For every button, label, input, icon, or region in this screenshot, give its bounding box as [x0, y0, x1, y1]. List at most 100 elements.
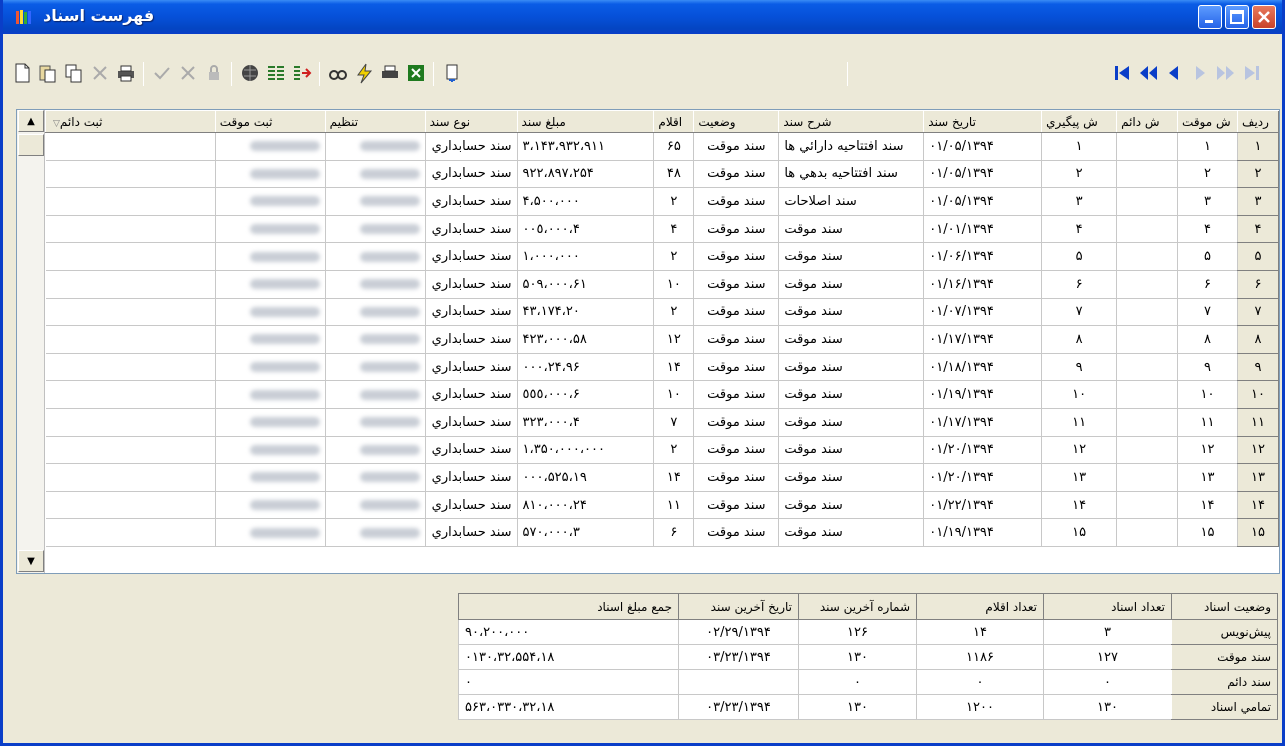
cell-perm-record[interactable] — [45, 270, 216, 299]
column-header[interactable]: شرح سند — [778, 110, 925, 133]
cell-redacted[interactable] — [325, 132, 426, 161]
cell-perm-record[interactable] — [45, 187, 216, 216]
cell-status[interactable]: سند موقت — [693, 270, 780, 299]
cell-perm-record[interactable] — [45, 132, 216, 161]
cell-amount[interactable]: ٣،۵٧٠،٠٠٠ — [517, 518, 655, 547]
cell-temp[interactable]: ٢ — [1177, 160, 1239, 189]
cell-items[interactable]: ۶ — [653, 518, 695, 547]
cell-date[interactable]: ١٣٩۴/٠١/٠٧ — [923, 298, 1043, 327]
delete-icon[interactable] — [89, 62, 111, 86]
cell-redacted[interactable] — [325, 463, 426, 492]
cell-status[interactable]: سند موقت — [693, 132, 780, 161]
cell-desc[interactable]: سند موقت — [778, 436, 925, 465]
cell-date[interactable]: ١٣٩۴/٠١/١۶ — [923, 270, 1043, 299]
column-header[interactable]: مبلغ سند — [516, 110, 655, 133]
cell-track[interactable]: ۴ — [1041, 215, 1118, 244]
cell-row[interactable]: ٧ — [1237, 298, 1279, 327]
cell-redacted[interactable] — [215, 242, 326, 271]
cell-items[interactable]: ۴ — [653, 215, 695, 244]
cell-perm[interactable] — [1116, 353, 1179, 382]
cell-desc[interactable]: سند موقت — [778, 518, 925, 547]
cell-perm-record[interactable] — [45, 298, 216, 327]
cell-perm[interactable] — [1116, 436, 1179, 465]
cell-desc[interactable]: سند موقت — [778, 353, 925, 382]
cell-items[interactable]: ٧ — [653, 408, 695, 437]
cell-items[interactable]: ٢ — [653, 187, 695, 216]
cell-amount[interactable]: ١،٣۵٠،٠٠٠،٠٠٠ — [517, 436, 655, 465]
cell-track[interactable]: ٩ — [1041, 353, 1118, 382]
cell-perm[interactable] — [1116, 187, 1179, 216]
cell-row[interactable]: ١٠ — [1237, 380, 1279, 409]
cell-desc[interactable]: سند موقت — [778, 380, 925, 409]
cell-amount[interactable]: ۶١،۵٠٩،٠٠٠ — [517, 270, 655, 299]
cell-row[interactable]: ١ — [1237, 132, 1279, 161]
minimize-button[interactable] — [1198, 5, 1222, 29]
table-row[interactable]: ۴ ۴ ۴ ١٣٩۴/٠١/٠١ سند موقت سند موقت ۴ ۴،٠٠٥،٠٠٠ س… — [45, 215, 1279, 244]
column-header[interactable]: ثبت موقت — [214, 110, 326, 133]
cell-amount[interactable]: ٢۴،٨١٠،٠٠٠ — [517, 491, 655, 520]
column-header[interactable]: رديف — [1237, 110, 1279, 133]
vertical-scrollbar[interactable]: ▲ ▼ — [17, 110, 45, 573]
cell-temp[interactable]: ۶ — [1177, 270, 1239, 299]
table-row[interactable]: ١٠ ١٠ ١٠ ١٣٩۴/٠١/١٩ سند موقت سند موقت ١٠ ۶،٥٥٥،… — [45, 380, 1279, 409]
cell-redacted[interactable] — [215, 187, 326, 216]
cell-track[interactable]: ۵ — [1041, 242, 1118, 271]
align-icon[interactable] — [265, 62, 287, 86]
column-header[interactable]: ش موقت — [1177, 110, 1239, 133]
cell-redacted[interactable] — [215, 298, 326, 327]
maximize-button[interactable] — [1225, 5, 1249, 29]
cell-row[interactable]: ١۴ — [1237, 491, 1279, 520]
cell-amount[interactable]: ١٩،۵٢۵،٠٠٠ — [517, 463, 655, 492]
cell-amount[interactable]: ۵٨،۴٢٣،٠٠٠ — [517, 325, 655, 354]
scroll-down-button[interactable]: ▼ — [18, 550, 44, 572]
cell-date[interactable]: ١٣٩۴/٠١/٠۵ — [923, 132, 1043, 161]
column-header[interactable]: ش پيگيري — [1041, 110, 1118, 133]
cell-date[interactable]: ١٣٩۴/٠١/٢٠ — [923, 436, 1043, 465]
table-row[interactable]: ٧ ٧ ٧ ١٣٩۴/٠١/٠٧ سند موقت سند موقت ٢ ٢٠،۴٣،١٧۴ س… — [45, 298, 1279, 327]
cell-row[interactable]: ۵ — [1237, 242, 1279, 271]
cell-items[interactable]: ١٠ — [653, 270, 695, 299]
cell-track[interactable]: ١٠ — [1041, 380, 1118, 409]
first-icon[interactable] — [1111, 62, 1133, 86]
cell-date[interactable]: ١٣٩۴/٠١/٠١ — [923, 215, 1043, 244]
cell-status[interactable]: سند موقت — [693, 160, 780, 189]
cell-type[interactable]: سند حسابداري — [425, 160, 518, 189]
cell-perm[interactable] — [1116, 270, 1179, 299]
excel-icon[interactable] — [405, 62, 427, 86]
cell-temp[interactable]: ۴ — [1177, 215, 1239, 244]
cell-date[interactable]: ١٣٩۴/٠١/١٧ — [923, 408, 1043, 437]
cell-date[interactable]: ١٣٩۴/٠١/٠۵ — [923, 187, 1043, 216]
cell-amount[interactable]: ٩۶،٢۴،٠٠٠ — [517, 353, 655, 382]
table-row[interactable]: ٢ ٢ ٢ ١٣٩۴/٠١/٠۵ سند افتتاحيه بدهي ها سند موق… — [45, 160, 1279, 189]
cell-type[interactable]: سند حسابداري — [425, 408, 518, 437]
column-header[interactable]: ش دائم — [1116, 110, 1179, 133]
print-icon[interactable] — [115, 62, 137, 86]
next-icon[interactable] — [1189, 62, 1211, 86]
export-icon[interactable] — [291, 62, 313, 86]
cell-date[interactable]: ١٣٩۴/٠١/١٩ — [923, 380, 1043, 409]
cell-items[interactable]: ١١ — [653, 491, 695, 520]
cell-track[interactable]: ١٢ — [1041, 436, 1118, 465]
cell-redacted[interactable] — [325, 160, 426, 189]
cell-amount[interactable]: ۴،٣٢٣،٠٠٠ — [517, 408, 655, 437]
cell-redacted[interactable] — [325, 353, 426, 382]
cell-redacted[interactable] — [325, 270, 426, 299]
cell-redacted[interactable] — [325, 325, 426, 354]
last-icon[interactable] — [1241, 62, 1263, 86]
cell-row[interactable]: ٣ — [1237, 187, 1279, 216]
cell-redacted[interactable] — [325, 408, 426, 437]
cell-temp[interactable]: ١٢ — [1177, 436, 1239, 465]
cell-amount[interactable]: ٢٠،۴٣،١٧۴ — [517, 298, 655, 327]
cell-type[interactable]: سند حسابداري — [425, 215, 518, 244]
cell-date[interactable]: ١٣٩۴/٠١/١٩ — [923, 518, 1043, 547]
globe-icon[interactable] — [239, 62, 261, 86]
cell-items[interactable]: ١٠ — [653, 380, 695, 409]
cell-status[interactable]: سند موقت — [693, 436, 780, 465]
cell-desc[interactable]: سند موقت — [778, 215, 925, 244]
column-header[interactable]: وضعيت — [693, 110, 780, 133]
cell-temp[interactable]: ١١ — [1177, 408, 1239, 437]
cell-status[interactable]: سند موقت — [693, 298, 780, 327]
table-row[interactable]: ١٣ ١٣ ١٣ ١٣٩۴/٠١/٢٠ سند موقت سند موقت ١۴ ١٩،۵٢۵… — [45, 463, 1279, 492]
cell-redacted[interactable] — [215, 353, 326, 382]
cell-redacted[interactable] — [325, 187, 426, 216]
